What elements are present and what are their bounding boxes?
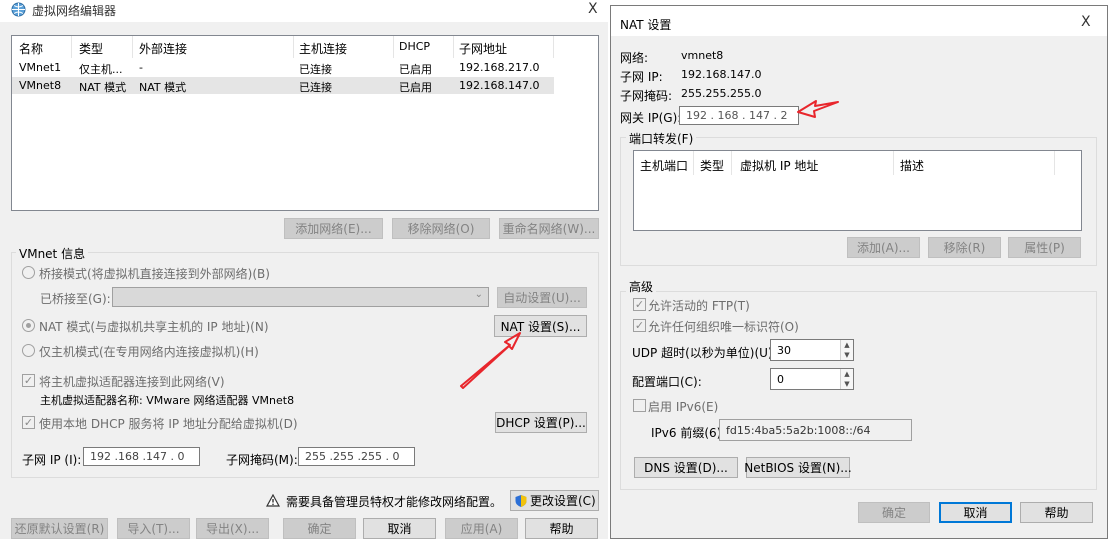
vmnet-info-title: VMnet 信息 <box>16 245 89 262</box>
port-forwarding-title: 端口转发(F) <box>626 130 697 147</box>
bridged-to-select[interactable]: ⌄ <box>112 287 489 307</box>
allow-ftp-label: 允许活动的 FTP(T) <box>648 299 750 313</box>
close-icon[interactable]: X <box>1081 14 1091 30</box>
column-header-type[interactable]: 类型 <box>79 40 103 57</box>
host-only-label: 仅主机模式(在专用网络内连接虚拟机)(H) <box>39 345 259 359</box>
column-header-host-port[interactable]: 主机端口 <box>640 157 688 174</box>
network-table[interactable]: 名称 类型 外部连接 主机连接 DHCP 子网地址 VMnet1 仅主机... … <box>11 35 599 211</box>
nat-cancel-button[interactable]: 取消 <box>939 502 1012 523</box>
nat-mode-label: NAT 模式(与虚拟机共享主机的 IP 地址)(N) <box>39 320 269 334</box>
config-port-label: 配置端口(C): <box>632 375 702 389</box>
virtual-network-editor-window: 虚拟网络编辑器 X 名称 类型 外部连接 主机连接 DHCP 子网地址 VMne… <box>0 0 608 539</box>
bridge-mode-radio[interactable] <box>22 266 35 279</box>
subnet-ip-label: 子网 IP: <box>620 70 663 84</box>
rename-network-button[interactable]: 重命名网络(W)... <box>499 218 599 239</box>
subnet-ip-field[interactable]: 192 .168 .147 . 0 <box>83 447 200 466</box>
import-button[interactable]: 导入(T)... <box>117 518 190 539</box>
change-settings-button[interactable]: 更改设置(C) <box>510 490 599 511</box>
table-row[interactable]: VMnet1 仅主机... - 已连接 已启用 192.168.217.0 <box>12 59 554 76</box>
connect-adapter-checkbox[interactable]: ✓ <box>22 374 35 387</box>
ok-button[interactable]: 确定 <box>283 518 356 539</box>
network-value: vmnet8 <box>681 49 724 62</box>
column-header-vm-ip[interactable]: 虚拟机 IP 地址 <box>740 157 818 174</box>
allow-ftp-checkbox[interactable]: ✓ <box>633 298 646 311</box>
column-header-subnet[interactable]: 子网地址 <box>459 40 507 57</box>
udp-timeout-spinner[interactable]: ▲ ▼ <box>840 340 853 360</box>
table-row-selected[interactable]: VMnet8 NAT 模式 NAT 模式 已连接 已启用 192.168.147… <box>12 77 554 94</box>
network-label: 网络: <box>620 51 649 65</box>
cancel-button[interactable]: 取消 <box>363 518 436 539</box>
column-header-dhcp[interactable]: DHCP <box>399 40 430 53</box>
nat-window-title: NAT 设置 <box>620 18 672 32</box>
udp-timeout-field[interactable]: 30 ▲ ▼ <box>770 339 854 361</box>
subnet-ip-label: 子网 IP (I): <box>22 453 82 467</box>
apply-button[interactable]: 应用(A) <box>445 518 518 539</box>
subnet-mask-label: 子网掩码: <box>620 89 673 103</box>
admin-warning-text: 需要具备管理员特权才能修改网络配置。 <box>286 495 503 509</box>
window-title: 虚拟网络编辑器 <box>32 4 117 18</box>
nat-settings-window: NAT 设置 X 网络: vmnet8 子网 IP: 192.168.147.0… <box>610 5 1108 539</box>
netbios-settings-button[interactable]: NetBIOS 设置(N)... <box>744 457 852 478</box>
adapter-name-label: 主机虚拟适配器名称: VMware 网络适配器 VMnet8 <box>40 394 295 407</box>
nat-help-button[interactable]: 帮助 <box>1020 502 1093 523</box>
nat-title-bar <box>611 6 1107 36</box>
dhcp-settings-button[interactable]: DHCP 设置(P)... <box>495 412 587 433</box>
subnet-mask-value: 255.255.255.0 <box>681 87 762 100</box>
allow-oui-label: 允许任何组织唯一标识符(O) <box>648 320 799 334</box>
host-only-radio[interactable] <box>22 344 35 357</box>
column-header-type[interactable]: 类型 <box>700 157 724 174</box>
add-button[interactable]: 添加(A)... <box>847 237 920 258</box>
udp-timeout-value: 30 <box>777 343 791 357</box>
use-dhcp-label: 使用本地 DHCP 服务将 IP 地址分配给虚拟机(D) <box>39 417 298 431</box>
udp-timeout-label: UDP 超时(以秒为单位)(U): <box>632 346 777 360</box>
column-header-host[interactable]: 主机连接 <box>299 40 347 57</box>
column-header-external[interactable]: 外部连接 <box>139 40 187 57</box>
advanced-title: 高级 <box>626 278 657 295</box>
change-settings-label: 更改设置(C) <box>530 494 596 508</box>
column-header-description[interactable]: 描述 <box>900 157 924 174</box>
bridge-mode-label: 桥接模式(将虚拟机直接连接到外部网络)(B) <box>39 267 270 281</box>
subnet-ip-value: 192.168.147.0 <box>681 68 762 81</box>
properties-button[interactable]: 属性(P) <box>1008 237 1081 258</box>
enable-ipv6-checkbox[interactable] <box>633 399 646 412</box>
help-button[interactable]: 帮助 <box>525 518 598 539</box>
config-port-field[interactable]: 0 ▲ ▼ <box>770 368 854 390</box>
config-port-spinner[interactable]: ▲ ▼ <box>840 369 853 389</box>
ipv6-prefix-label: IPv6 前缀(6): <box>651 426 726 440</box>
use-dhcp-checkbox[interactable]: ✓ <box>22 416 35 429</box>
warning-icon <box>266 494 280 507</box>
add-network-button[interactable]: 添加网络(E)... <box>284 218 383 239</box>
restore-defaults-button[interactable]: 还原默认设置(R) <box>11 518 108 539</box>
column-header-name[interactable]: 名称 <box>19 40 43 57</box>
dns-settings-button[interactable]: DNS 设置(D)... <box>634 457 738 478</box>
config-port-value: 0 <box>777 372 784 386</box>
remove-network-button[interactable]: 移除网络(O) <box>392 218 490 239</box>
connect-adapter-label: 将主机虚拟适配器连接到此网络(V) <box>39 375 225 389</box>
vmnet-info-group <box>11 252 599 478</box>
gateway-ip-field[interactable]: 192 . 168 . 147 . 2 <box>679 106 799 125</box>
close-icon[interactable]: X <box>588 1 598 17</box>
chevron-down-icon: ⌄ <box>474 289 483 300</box>
subnet-mask-field[interactable]: 255 .255 .255 . 0 <box>298 447 415 466</box>
port-forwarding-table[interactable]: 主机端口 类型 虚拟机 IP 地址 描述 <box>633 150 1082 231</box>
auto-settings-button[interactable]: 自动设置(U)... <box>497 287 587 308</box>
bridged-to-label: 已桥接至(G): <box>40 292 111 306</box>
ipv6-prefix-field[interactable]: fd15:4ba5:5a2b:1008::/64 <box>719 419 912 441</box>
remove-button[interactable]: 移除(R) <box>928 237 1001 258</box>
allow-oui-checkbox[interactable]: ✓ <box>633 319 646 332</box>
subnet-mask-label: 子网掩码(M): <box>226 453 298 467</box>
nat-mode-radio[interactable] <box>22 319 35 332</box>
enable-ipv6-label: 启用 IPv6(E) <box>648 400 719 414</box>
shield-icon <box>515 494 527 507</box>
nat-ok-button[interactable]: 确定 <box>858 502 930 523</box>
network-editor-icon <box>11 2 26 17</box>
nat-settings-button[interactable]: NAT 设置(S)... <box>494 315 587 337</box>
export-button[interactable]: 导出(X)... <box>196 518 269 539</box>
gateway-label: 网关 IP(G): <box>620 111 682 125</box>
